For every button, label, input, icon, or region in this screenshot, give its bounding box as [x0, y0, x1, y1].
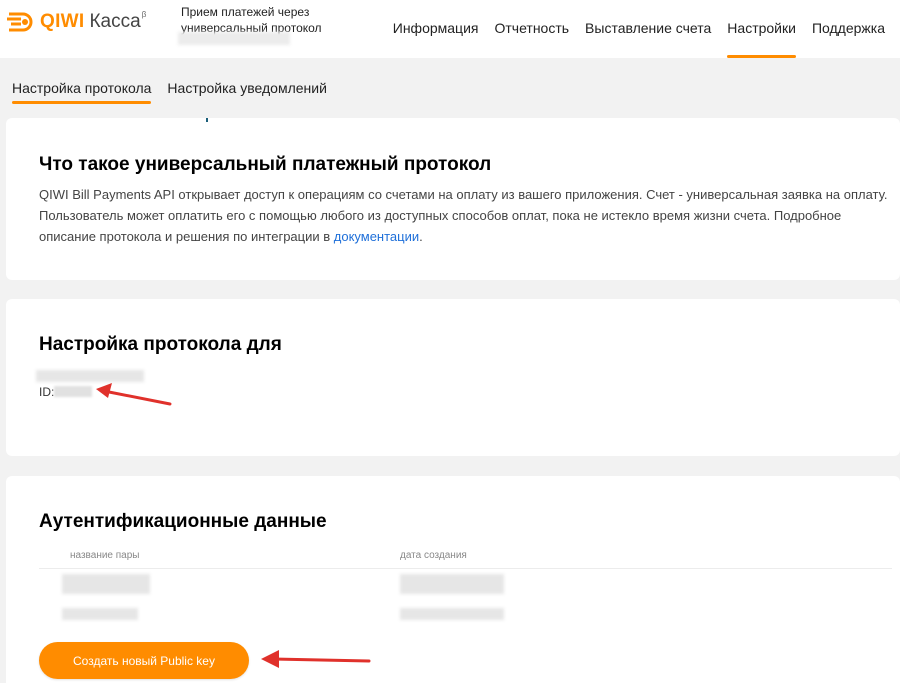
id-value-redacted	[54, 386, 92, 397]
column-pair-name: название пары	[70, 550, 140, 561]
column-created-date: дата создания	[400, 550, 467, 561]
documentation-link[interactable]: документации	[334, 229, 419, 244]
nav-invoicing[interactable]: Выставление счета	[585, 0, 711, 58]
nav-settings[interactable]: Настройки	[727, 0, 796, 58]
id-label: ID:	[39, 385, 55, 399]
auth-title: Аутентификационные данные	[39, 511, 327, 532]
about-protocol-card: Что такое универсальный платежный проток…	[6, 118, 900, 280]
create-public-key-button[interactable]: Создать новый Public key	[39, 642, 249, 679]
about-text-end: .	[419, 229, 423, 244]
top-header: QIWI Касса β Прием платежей через универ…	[0, 0, 900, 58]
logo-brand: QIWI	[40, 11, 85, 32]
about-text: QIWI Bill Payments API открывает доступ …	[39, 187, 888, 244]
merchant-name-redacted	[178, 32, 290, 45]
about-title: Что такое универсальный платежный проток…	[39, 154, 492, 175]
created-date-redacted-2	[400, 608, 504, 620]
auth-data-card: Аутентификационные данные название пары …	[6, 476, 900, 683]
tab-notification-settings[interactable]: Настройка уведомлений	[167, 80, 326, 104]
table-divider	[39, 568, 892, 569]
logo-product: Касса	[89, 11, 141, 32]
about-description: QIWI Bill Payments API открывает доступ …	[39, 184, 899, 247]
nav-reports[interactable]: Отчетность	[494, 0, 569, 58]
protocol-settings-card: Настройка протокола для ID:	[6, 299, 900, 456]
card-edge-artifact	[206, 118, 208, 122]
pair-name-redacted-2	[62, 608, 138, 620]
created-date-redacted-1	[400, 574, 504, 594]
logo-badge: β	[141, 9, 147, 19]
protocol-title: Настройка протокола для	[39, 334, 282, 355]
nav-support[interactable]: Поддержка	[812, 0, 885, 58]
main-nav: Информация Отчетность Выставление счета …	[393, 0, 900, 58]
tab-protocol-settings[interactable]: Настройка протокола	[12, 80, 152, 104]
nav-information[interactable]: Информация	[393, 0, 479, 58]
qiwi-logo-icon	[7, 12, 33, 32]
qiwi-kassa-logo[interactable]: QIWI Касса β	[6, 10, 146, 34]
shop-name-redacted	[36, 370, 144, 382]
pair-name-redacted-1	[62, 574, 150, 594]
settings-subtabs: Настройка протокола Настройка уведомлени…	[0, 80, 327, 104]
